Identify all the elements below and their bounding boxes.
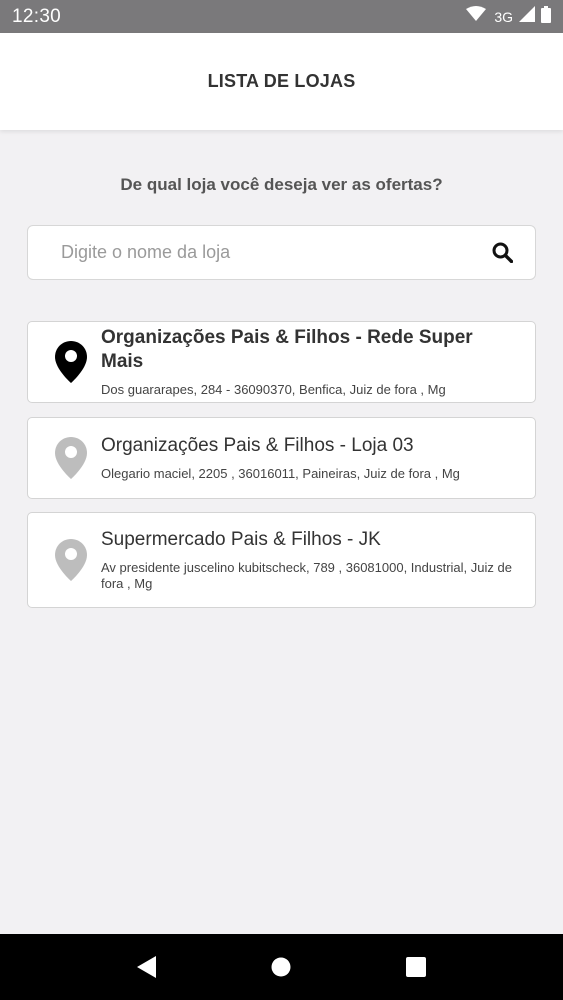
- app-bar: LISTA DE LOJAS: [0, 33, 563, 130]
- store-prompt: De qual loja você deseja ver as ofertas?: [120, 175, 443, 194]
- status-icons: 3G: [466, 5, 551, 28]
- battery-icon: [541, 5, 551, 28]
- store-name: Supermercado Pais & Filhos - JK: [101, 529, 381, 550]
- location-pin-icon: [53, 539, 89, 581]
- back-icon[interactable]: [127, 947, 167, 987]
- store-item[interactable]: Supermercado Pais & Filhos - JK Av presi…: [27, 512, 536, 608]
- search-box[interactable]: [27, 225, 536, 280]
- store-item[interactable]: Organizações Pais & Filhos - Rede Super …: [27, 321, 536, 403]
- store-info: Organizações Pais & Filhos - Loja 03 Ole…: [101, 434, 515, 482]
- page-title: LISTA DE LOJAS: [207, 71, 356, 91]
- recents-icon[interactable]: [396, 947, 436, 987]
- navigation-bar: [0, 934, 563, 1000]
- status-time: 12:30: [12, 5, 62, 27]
- location-pin-icon: [53, 437, 89, 479]
- status-bar: 12:30 3G: [0, 0, 563, 33]
- search-input[interactable]: [61, 242, 491, 263]
- wifi-icon: [466, 6, 487, 27]
- store-address: Av presidente juscelino kubitscheck, 789…: [101, 560, 512, 591]
- store-address: Dos guararapes, 284 - 36090370, Benfica,…: [101, 382, 446, 397]
- store-address: Olegario maciel, 2205 , 36016011, Painei…: [101, 466, 460, 481]
- store-name: Organizações Pais & Filhos - Loja 03: [101, 435, 414, 456]
- location-pin-icon: [53, 341, 89, 383]
- store-info: Supermercado Pais & Filhos - JK Av presi…: [101, 528, 515, 592]
- signal-icon: [519, 6, 535, 27]
- search-icon[interactable]: [491, 242, 513, 264]
- store-name: Organizações Pais & Filhos - Rede Super …: [101, 327, 473, 372]
- store-item[interactable]: Organizações Pais & Filhos - Loja 03 Ole…: [27, 417, 536, 499]
- network-type: 3G: [494, 8, 513, 25]
- home-icon[interactable]: [261, 947, 301, 987]
- store-info: Organizações Pais & Filhos - Rede Super …: [101, 326, 515, 398]
